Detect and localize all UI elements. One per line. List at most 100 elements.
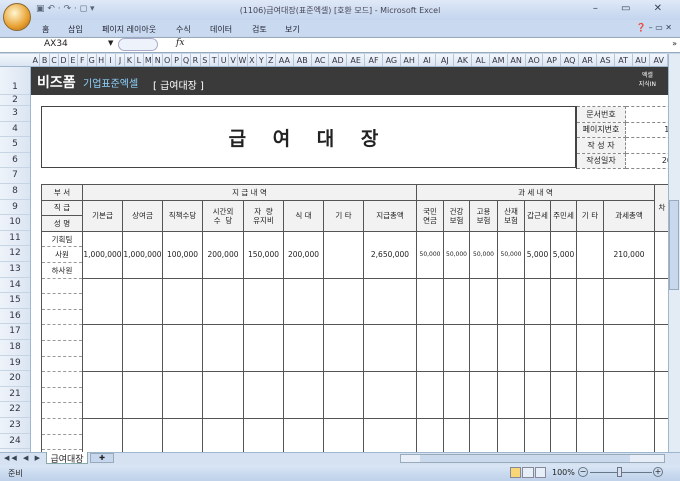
column-header[interactable]: X bbox=[248, 54, 258, 66]
insert-sheet-icon[interactable]: ✚ bbox=[90, 453, 114, 463]
row-header[interactable]: 1 bbox=[0, 67, 30, 95]
data-cell[interactable] bbox=[162, 277, 203, 326]
data-cell[interactable] bbox=[243, 371, 284, 419]
data-cell[interactable] bbox=[443, 324, 470, 373]
data-cell[interactable] bbox=[82, 277, 123, 326]
data-cell[interactable] bbox=[122, 324, 163, 373]
column-header[interactable]: AA bbox=[276, 54, 294, 66]
row-header[interactable]: 15 bbox=[0, 293, 30, 309]
row-header[interactable]: 22 bbox=[0, 402, 30, 418]
data-cell[interactable] bbox=[497, 371, 525, 419]
data-cell[interactable] bbox=[497, 277, 525, 326]
row-header[interactable]: 23 bbox=[0, 418, 30, 434]
data-cell[interactable] bbox=[323, 371, 364, 419]
row-header[interactable]: 18 bbox=[0, 340, 30, 356]
data-cell[interactable] bbox=[162, 324, 203, 373]
column-header[interactable]: AL bbox=[472, 54, 490, 66]
row-header[interactable]: 13 bbox=[0, 262, 30, 278]
data-cell[interactable] bbox=[323, 324, 364, 373]
pay-cell[interactable] bbox=[323, 230, 364, 279]
dept-cell[interactable]: 기획팀 bbox=[41, 230, 83, 248]
pay-cell[interactable]: 1,000,000 bbox=[82, 230, 123, 279]
column-header[interactable]: N bbox=[153, 54, 163, 66]
pay-cell[interactable]: 1,000,000 bbox=[122, 230, 163, 279]
data-cell[interactable] bbox=[416, 277, 444, 326]
tab-review[interactable]: 검토 bbox=[252, 24, 267, 35]
column-header[interactable]: K bbox=[125, 54, 135, 66]
data-cell[interactable] bbox=[576, 324, 604, 373]
tax-cell[interactable]: 50,000 bbox=[416, 230, 444, 279]
column-header[interactable]: AI bbox=[419, 54, 437, 66]
pay-cell[interactable]: 200,000 bbox=[202, 230, 244, 279]
column-header[interactable]: D bbox=[59, 54, 69, 66]
column-header[interactable]: V bbox=[229, 54, 239, 66]
data-cell[interactable] bbox=[550, 277, 577, 326]
pay-cell[interactable]: 150,000 bbox=[243, 230, 284, 279]
name-cell[interactable] bbox=[41, 308, 83, 326]
column-header[interactable]: W bbox=[238, 54, 248, 66]
zoom-in-button[interactable]: + bbox=[653, 467, 663, 477]
zoom-level[interactable]: 100% bbox=[552, 468, 575, 477]
data-cell[interactable] bbox=[202, 277, 244, 326]
tab-formulas[interactable]: 수식 bbox=[176, 24, 191, 35]
pay-cell[interactable]: 100,000 bbox=[162, 230, 203, 279]
column-header[interactable]: P bbox=[172, 54, 182, 66]
data-cell[interactable] bbox=[497, 324, 525, 373]
column-header[interactable]: AR bbox=[579, 54, 597, 66]
normal-view-button[interactable] bbox=[510, 467, 522, 478]
zoom-slider-knob[interactable] bbox=[617, 467, 622, 477]
name-cell[interactable]: 하사원 bbox=[41, 261, 83, 279]
tab-data[interactable]: 데이터 bbox=[210, 24, 232, 35]
data-cell[interactable] bbox=[443, 371, 470, 419]
chevron-down-icon[interactable]: ▼ bbox=[108, 39, 113, 47]
data-cell[interactable] bbox=[122, 371, 163, 419]
data-cell[interactable] bbox=[283, 371, 324, 419]
column-header[interactable]: AB bbox=[294, 54, 312, 66]
data-cell[interactable] bbox=[162, 371, 203, 419]
data-cell[interactable] bbox=[122, 277, 163, 326]
row-header[interactable]: 17 bbox=[0, 324, 30, 340]
data-cell[interactable] bbox=[416, 324, 444, 373]
column-header[interactable]: AD bbox=[329, 54, 348, 66]
column-header[interactable]: AH bbox=[401, 54, 419, 66]
data-cell[interactable] bbox=[576, 277, 604, 326]
data-cell[interactable] bbox=[363, 277, 417, 326]
row-header[interactable]: 2 bbox=[0, 95, 30, 106]
row-header[interactable]: 10 bbox=[0, 215, 30, 231]
data-cell[interactable] bbox=[323, 277, 364, 326]
column-header[interactable]: AP bbox=[543, 54, 562, 66]
column-header[interactable]: I bbox=[106, 54, 116, 66]
tax-cell[interactable]: 210,000 bbox=[603, 230, 655, 279]
tax-cell[interactable]: 5,000 bbox=[524, 230, 551, 279]
data-cell[interactable] bbox=[416, 371, 444, 419]
data-cell[interactable] bbox=[82, 371, 123, 419]
column-header[interactable]: AF bbox=[365, 54, 383, 66]
tab-view[interactable]: 보기 bbox=[285, 24, 300, 35]
column-header[interactable]: E bbox=[69, 54, 79, 66]
tax-cell[interactable]: 50,000 bbox=[469, 230, 498, 279]
rank-cell[interactable]: 사원 bbox=[41, 246, 83, 263]
row-header[interactable]: 5 bbox=[0, 137, 30, 153]
dept-cell[interactable] bbox=[41, 324, 83, 341]
rank-cell[interactable] bbox=[41, 339, 83, 357]
data-cell[interactable] bbox=[243, 324, 284, 373]
column-header[interactable]: H bbox=[97, 54, 107, 66]
data-cell[interactable] bbox=[576, 371, 604, 419]
pay-cell[interactable]: 200,000 bbox=[283, 230, 324, 279]
column-header[interactable]: S bbox=[201, 54, 211, 66]
row-header[interactable]: 3 bbox=[0, 106, 30, 122]
help-and-workbook-controls[interactable]: ❓ – ▭ ✕ bbox=[636, 23, 672, 32]
column-header[interactable]: AO bbox=[526, 54, 544, 66]
column-header[interactable]: O bbox=[163, 54, 173, 66]
data-cell[interactable] bbox=[469, 324, 498, 373]
column-header[interactable]: J bbox=[116, 54, 126, 66]
column-header[interactable]: T bbox=[210, 54, 220, 66]
tab-insert[interactable]: 삽입 bbox=[68, 24, 83, 35]
column-header[interactable]: A bbox=[31, 54, 41, 66]
data-cell[interactable] bbox=[524, 277, 551, 326]
row-header[interactable]: 11 bbox=[0, 231, 30, 247]
data-cell[interactable] bbox=[82, 324, 123, 373]
column-header[interactable]: AU bbox=[633, 54, 651, 66]
name-box[interactable]: AX34 bbox=[6, 38, 116, 51]
column-header[interactable]: AE bbox=[347, 54, 366, 66]
